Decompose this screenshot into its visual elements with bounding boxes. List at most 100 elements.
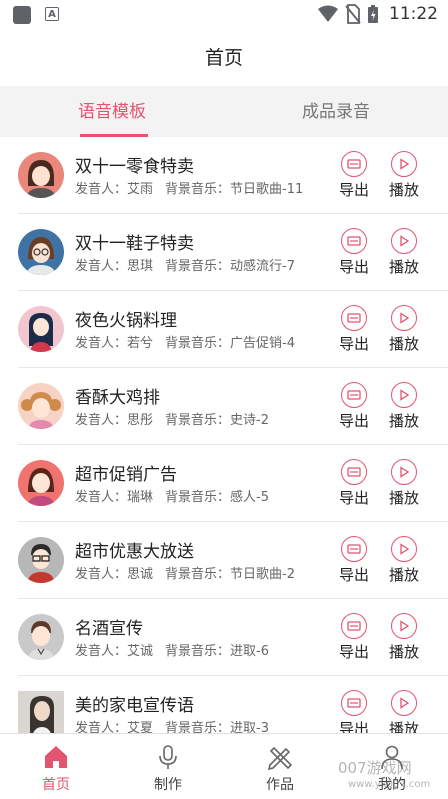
export-button[interactable]: 导出: [336, 536, 372, 584]
item-subtitle: 发音人：艾诚 背景音乐：进取-6: [75, 640, 269, 659]
export-button[interactable]: 导出: [336, 459, 372, 507]
list-item[interactable]: 美的家电宣传语 发音人：艾夏 背景音乐：进取-3 导出 播放: [18, 676, 448, 733]
bgm-label: 背景音乐：: [165, 413, 231, 428]
clock: 11:22: [389, 4, 438, 24]
play-icon: [391, 151, 417, 177]
tab-label: 成品录音: [302, 102, 370, 122]
speaker-name: 艾诚: [127, 644, 154, 659]
speaker-label: 发音人：: [75, 182, 128, 197]
item-subtitle: 发音人：思诚 背景音乐：节日歌曲-2: [75, 563, 295, 582]
play-button[interactable]: 播放: [386, 613, 422, 661]
export-button[interactable]: 导出: [336, 228, 372, 276]
list-item[interactable]: 超市优惠大放送 发音人：思诚 背景音乐：节日歌曲-2 导出 播放: [18, 522, 448, 599]
microphone-icon: [159, 745, 177, 769]
export-label: 导出: [338, 335, 369, 353]
bgm-label: 背景音乐：: [165, 259, 231, 274]
export-icon: [341, 305, 367, 331]
tab-finished-recordings[interactable]: 成品录音: [224, 86, 448, 137]
export-icon: [341, 459, 367, 485]
export-icon: [341, 536, 367, 562]
list-item[interactable]: 超市促销广告 发音人：瑞琳 背景音乐：感人-5 导出 播放: [18, 445, 448, 522]
avatar: [18, 537, 64, 583]
export-label: 导出: [338, 258, 369, 276]
speaker-label: 发音人：: [75, 721, 128, 733]
list-item[interactable]: 夜色火锅料理发音人：若兮 背景音乐：广告促销-4 导出 播放: [18, 291, 448, 368]
item-title: 名酒宣传: [75, 619, 143, 639]
play-button[interactable]: 播放: [386, 305, 422, 353]
play-label: 播放: [388, 335, 419, 353]
avatar: [18, 614, 64, 660]
avatar: [18, 229, 64, 275]
speaker-name: 若兮: [127, 336, 154, 351]
bgm-name: 节日歌曲-2: [230, 567, 296, 582]
list-item[interactable]: 双十一零食特卖 发音人：艾雨 背景音乐：节日歌曲-11 导出 播放: [18, 137, 448, 214]
item-subtitle: 发音人：艾夏 背景音乐：进取-3: [75, 717, 269, 733]
export-label: 导出: [338, 566, 369, 584]
export-button[interactable]: 导出: [336, 613, 372, 661]
export-button[interactable]: 导出: [336, 151, 372, 199]
list-item[interactable]: 双十一鞋子特卖 发音人：思琪 背景音乐：动感流行-7 导出 播放: [18, 214, 448, 291]
play-icon: [391, 459, 417, 485]
play-label: 播放: [388, 643, 419, 661]
export-label: 导出: [338, 643, 369, 661]
avatar: [18, 152, 64, 198]
export-icon: [341, 151, 367, 177]
bgm-label: 背景音乐：: [165, 182, 231, 197]
play-button[interactable]: 播放: [386, 536, 422, 584]
play-label: 播放: [388, 258, 419, 276]
item-title: 双十一零食特卖: [75, 157, 194, 177]
nav-works[interactable]: 作品: [224, 734, 336, 799]
page-title: 首页: [204, 47, 243, 69]
play-button[interactable]: 播放: [386, 382, 422, 430]
bgm-name: 广告促销-4: [230, 336, 296, 351]
export-icon: [341, 613, 367, 639]
bgm-label: 背景音乐：: [165, 336, 231, 351]
export-label: 导出: [338, 181, 369, 199]
speaker-label: 发音人：: [75, 336, 128, 351]
pencil-ruler-icon: [267, 746, 293, 770]
item-title: 双十一鞋子特卖: [75, 234, 194, 254]
play-icon: [391, 536, 417, 562]
battery-charging-icon: [368, 5, 378, 23]
export-icon: [341, 382, 367, 408]
speaker-name: 艾夏: [127, 721, 154, 733]
play-button[interactable]: 播放: [386, 459, 422, 507]
speaker-label: 发音人：: [75, 490, 128, 505]
play-icon: [391, 228, 417, 254]
play-icon: [391, 305, 417, 331]
item-subtitle: 发音人：思琪 背景音乐：动感流行-7: [75, 255, 295, 274]
export-button[interactable]: 导出: [336, 690, 372, 733]
nav-label: 制作: [154, 777, 182, 793]
play-button[interactable]: 播放: [386, 690, 422, 733]
page-title-bar: 首页: [0, 32, 448, 86]
tab-bar: 语音模板 成品录音: [0, 86, 448, 137]
item-title: 夜色火锅料理: [75, 311, 177, 331]
play-button[interactable]: 播放: [386, 151, 422, 199]
play-icon: [391, 382, 417, 408]
export-label: 导出: [338, 720, 369, 733]
play-button[interactable]: 播放: [386, 228, 422, 276]
nav-home[interactable]: 首页: [0, 734, 112, 799]
tab-voice-templates[interactable]: 语音模板: [0, 86, 224, 137]
list-item[interactable]: 香酥大鸡排 发音人：思彤 背景音乐：史诗-2 导出 播放: [18, 368, 448, 445]
play-icon: [391, 690, 417, 716]
status-icons: 11:22: [317, 4, 438, 24]
speaker-label: 发音人：: [75, 259, 128, 274]
nav-create[interactable]: 制作: [112, 734, 224, 799]
watermark-url: www.yx007.com: [348, 779, 431, 790]
list-item[interactable]: 名酒宣传 发音人：艾诚 背景音乐：进取-6 导出 播放: [18, 599, 448, 676]
speaker-name: 思彤: [127, 413, 154, 428]
speaker-name: 思琪: [127, 259, 154, 274]
item-subtitle: 发音人：思彤 背景音乐：史诗-2: [75, 409, 269, 428]
export-button[interactable]: 导出: [336, 382, 372, 430]
no-sim-icon: [345, 4, 361, 24]
template-list: 双十一零食特卖 发音人：艾雨 背景音乐：节日歌曲-11 导出 播放 双十一鞋子特卖 发音人：…: [0, 137, 448, 733]
speaker-label: 发音人：: [75, 567, 128, 582]
export-button[interactable]: 导出: [336, 305, 372, 353]
bgm-name: 动感流行-7: [230, 259, 296, 274]
notification-icon: [13, 6, 31, 24]
export-label: 导出: [338, 412, 369, 430]
item-subtitle: 发音人：艾雨 背景音乐：节日歌曲-11: [75, 178, 303, 197]
bgm-name: 进取-3: [230, 721, 270, 733]
play-label: 播放: [388, 720, 419, 733]
